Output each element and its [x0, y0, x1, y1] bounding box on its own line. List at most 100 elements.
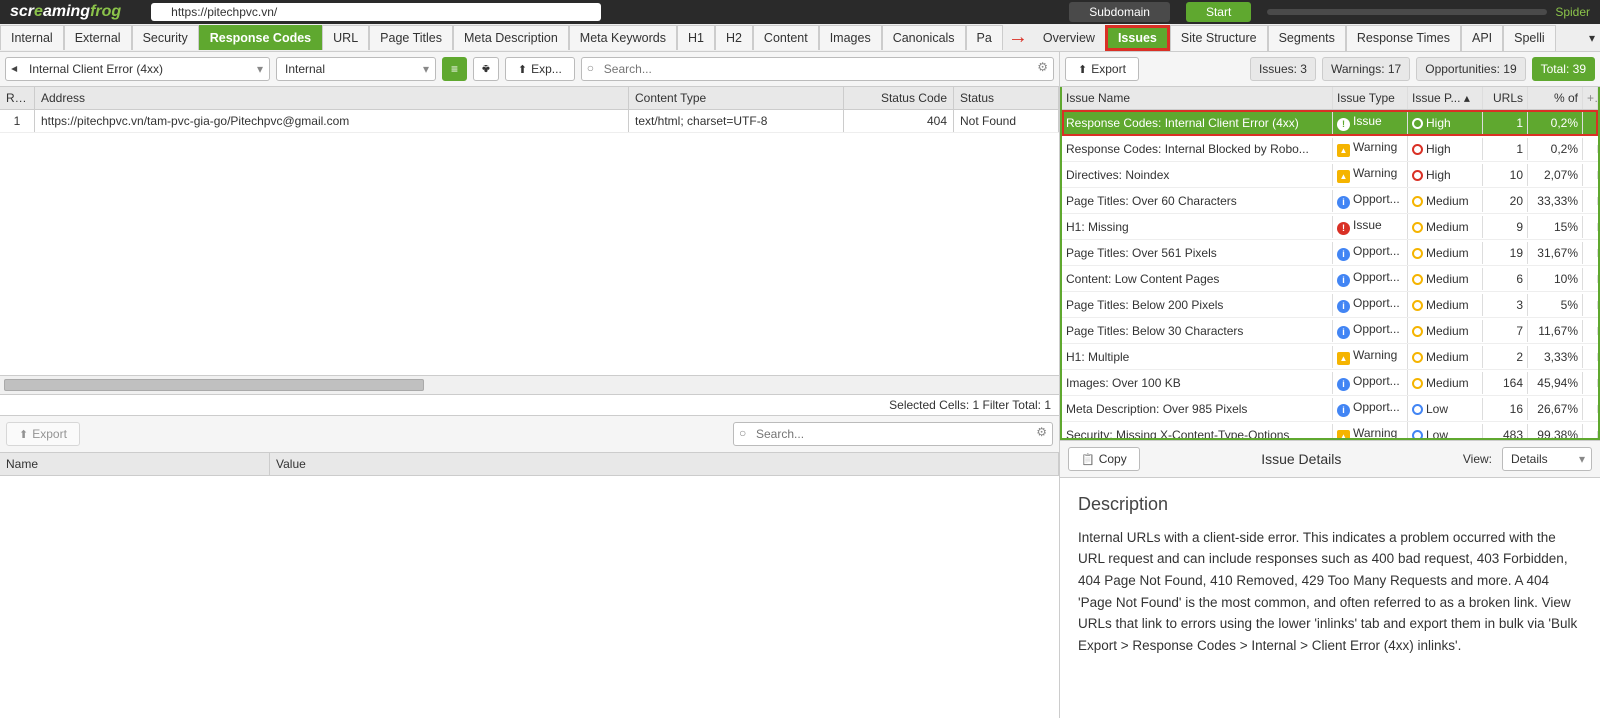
issue-row[interactable]: Page Titles: Over 561 PixelsOpport...Med…	[1062, 240, 1598, 266]
filter-select[interactable]: Internal Client Error (4xx)	[5, 57, 270, 81]
add-column-button[interactable]: +	[1583, 87, 1598, 109]
tab-internal[interactable]: Internal	[0, 25, 64, 50]
tree-icon	[482, 62, 490, 76]
warn-icon	[1337, 170, 1350, 183]
overview-tab[interactable]: Overview	[1033, 26, 1105, 50]
details-bar: Copy Issue Details View: Details	[1060, 440, 1600, 478]
col-row[interactable]: Row	[0, 87, 35, 109]
crawl-url-input[interactable]: https://pitechpvc.vn/	[151, 3, 601, 21]
tree-view-button[interactable]	[473, 57, 499, 81]
right-export-button[interactable]: Export	[1065, 57, 1139, 81]
list-icon	[451, 62, 458, 76]
table-row[interactable]: 1https://pitechpvc.vn/tam-pvc-gia-go/Pit…	[0, 110, 1059, 133]
tab-meta-description[interactable]: Meta Description	[453, 25, 569, 50]
tab-h1[interactable]: H1	[677, 25, 715, 50]
issues-table-body[interactable]: Response Codes: Internal Client Error (4…	[1062, 110, 1598, 438]
col-issue-type[interactable]: Issue Type	[1333, 87, 1408, 109]
main-tabs: InternalExternalSecurityResponse CodesUR…	[0, 24, 1600, 52]
tab-api[interactable]: API	[1461, 25, 1503, 51]
tab-meta-keywords[interactable]: Meta Keywords	[569, 25, 677, 50]
col-status[interactable]: Status	[954, 87, 1059, 109]
col-urls[interactable]: URLs	[1483, 87, 1528, 109]
tab-response-codes[interactable]: Response Codes	[199, 25, 322, 50]
tab-spelli[interactable]: Spelli	[1503, 25, 1556, 51]
subdomain-button[interactable]: Subdomain	[1069, 2, 1170, 22]
col-name[interactable]: Name	[0, 453, 270, 475]
col-content-type[interactable]: Content Type	[629, 87, 844, 109]
upload-icon	[19, 427, 28, 441]
issue-row[interactable]: Meta Description: Over 985 PixelsOpport.…	[1062, 396, 1598, 422]
view-select[interactable]: Details	[1502, 447, 1592, 471]
issue-row[interactable]: Images: Over 100 KBOpport...Medium16445,…	[1062, 370, 1598, 396]
priority-medium-icon	[1412, 248, 1423, 259]
tab-external[interactable]: External	[64, 25, 132, 50]
bottom-table-body	[0, 476, 1059, 718]
opp-icon	[1337, 404, 1350, 417]
col-value[interactable]: Value	[270, 453, 1059, 475]
col-issue-priority[interactable]: Issue P... ▴	[1408, 87, 1483, 109]
col-status-code[interactable]: Status Code	[844, 87, 954, 109]
warnings-count-badge[interactable]: Warnings: 17	[1322, 57, 1410, 81]
tab-security[interactable]: Security	[132, 25, 199, 50]
issue-row[interactable]: Response Codes: Internal Client Error (4…	[1062, 110, 1598, 136]
copy-button[interactable]: Copy	[1068, 447, 1140, 471]
view-label: View:	[1463, 452, 1492, 466]
upload-icon	[1078, 62, 1087, 76]
tab-response-times[interactable]: Response Times	[1346, 25, 1461, 51]
total-count-badge[interactable]: Total: 39	[1532, 57, 1595, 81]
opp-icon	[1337, 378, 1350, 391]
issue-row[interactable]: Response Codes: Internal Blocked by Robo…	[1062, 136, 1598, 162]
col-address[interactable]: Address	[35, 87, 629, 109]
list-view-button[interactable]	[442, 57, 467, 81]
issue-icon	[1337, 222, 1350, 235]
tab-pa[interactable]: Pa	[966, 25, 1003, 50]
annotation-arrow-icon: →	[1003, 26, 1033, 49]
search-options-icon[interactable]: ⚙	[1036, 425, 1047, 439]
issue-row[interactable]: Page Titles: Below 200 PixelsOpport...Me…	[1062, 292, 1598, 318]
issue-row[interactable]: Page Titles: Below 30 CharactersOpport..…	[1062, 318, 1598, 344]
issue-row[interactable]: H1: MultipleWarningMedium23,33%	[1062, 344, 1598, 370]
tab-page-titles[interactable]: Page Titles	[369, 25, 453, 50]
copy-icon	[1081, 452, 1095, 466]
issue-row[interactable]: Page Titles: Over 60 CharactersOpport...…	[1062, 188, 1598, 214]
tab-overflow-dropdown[interactable]: ▾	[1584, 31, 1600, 45]
col-pct[interactable]: % of	[1528, 87, 1583, 109]
description-section: Description Internal URLs with a client-…	[1060, 478, 1600, 718]
tab-segments[interactable]: Segments	[1268, 25, 1346, 51]
left-table-body[interactable]: 1https://pitechpvc.vn/tam-pvc-gia-go/Pit…	[0, 110, 1059, 375]
tab-url[interactable]: URL	[322, 25, 369, 50]
priority-low-icon	[1412, 404, 1423, 415]
scope-select[interactable]: Internal	[276, 57, 436, 81]
tab-site-structure[interactable]: Site Structure	[1170, 25, 1268, 51]
col-issue-name[interactable]: Issue Name	[1062, 87, 1333, 109]
progress-bar	[1267, 9, 1547, 15]
opportunities-count-badge[interactable]: Opportunities: 19	[1416, 57, 1525, 81]
priority-high-icon	[1412, 170, 1423, 181]
bottom-export-button[interactable]: Export	[6, 422, 80, 446]
tab-content[interactable]: Content	[753, 25, 819, 50]
issue-row[interactable]: H1: MissingIssueMedium915%	[1062, 214, 1598, 240]
issue-row[interactable]: Directives: NoindexWarningHigh102,07%	[1062, 162, 1598, 188]
tab-issues[interactable]: Issues	[1105, 25, 1170, 51]
export-button[interactable]: Exp...	[505, 57, 575, 81]
tab-h2[interactable]: H2	[715, 25, 753, 50]
h-scrollbar[interactable]	[0, 375, 1059, 395]
bottom-toolbar: Export ⚙	[0, 416, 1059, 453]
priority-medium-icon	[1412, 274, 1423, 285]
start-button[interactable]: Start	[1186, 2, 1251, 22]
warn-icon	[1337, 430, 1350, 438]
tab-images[interactable]: Images	[819, 25, 882, 50]
warn-icon	[1337, 352, 1350, 365]
issues-count-badge[interactable]: Issues: 3	[1250, 57, 1316, 81]
bottom-search-input[interactable]	[733, 422, 1053, 446]
left-toolbar: Internal Client Error (4xx) Internal Exp…	[0, 52, 1059, 87]
tab-canonicals[interactable]: Canonicals	[882, 25, 966, 50]
priority-medium-icon	[1412, 378, 1423, 389]
issue-row[interactable]: Security: Missing X-Content-Type-Options…	[1062, 422, 1598, 438]
search-options-icon[interactable]: ⚙	[1037, 60, 1048, 74]
search-input[interactable]	[581, 57, 1054, 81]
right-pane: Export Issues: 3 Warnings: 17 Opportunit…	[1060, 52, 1600, 718]
priority-medium-icon	[1412, 222, 1423, 233]
priority-high-icon	[1412, 118, 1423, 129]
issue-row[interactable]: Content: Low Content PagesOpport...Mediu…	[1062, 266, 1598, 292]
